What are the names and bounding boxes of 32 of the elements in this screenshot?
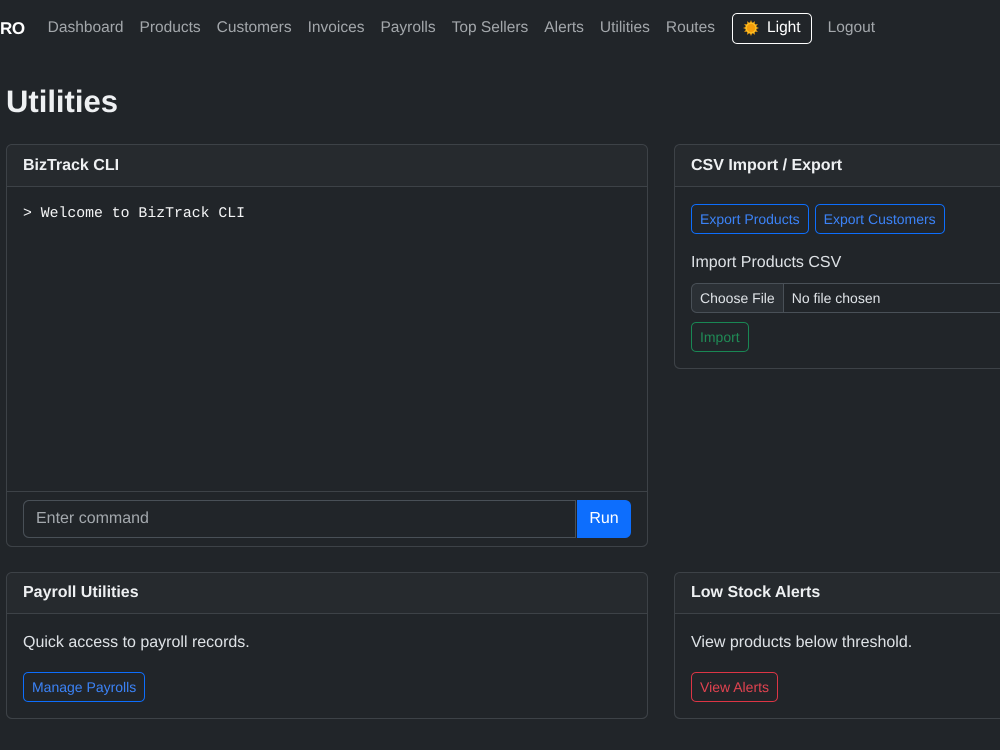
panel-description: View products below threshold.: [691, 633, 914, 653]
nav-link[interactable]: Routes: [658, 16, 723, 40]
nav-link[interactable]: Products: [131, 16, 209, 40]
console-line: > Welcome to BizTrack CLI: [23, 205, 246, 224]
file-status-text: No file chosen: [790, 288, 882, 308]
nav-link[interactable]: Dashboard: [40, 16, 132, 40]
brand-name[interactable]: RO: [0, 20, 25, 36]
run-button[interactable]: Run: [577, 500, 631, 538]
nav-link[interactable]: Customers: [208, 16, 300, 40]
nav-link[interactable]: Alerts: [536, 16, 592, 40]
panel-action-button[interactable]: Manage Payrolls: [23, 672, 146, 702]
nav-link[interactable]: Top Sellers: [444, 16, 536, 40]
panel-title: BizTrack CLI: [23, 156, 120, 176]
export-button[interactable]: Export Products: [691, 204, 809, 234]
panel-title: Payroll Utilities: [23, 583, 139, 603]
choose-file-button[interactable]: Choose File: [692, 284, 784, 312]
panel-action-button[interactable]: View Alerts: [691, 672, 778, 702]
export-button[interactable]: Export Customers: [814, 204, 945, 234]
panel-title: Low Stock Alerts: [691, 583, 820, 603]
import-label: Import Products CSV: [691, 253, 842, 273]
nav-link[interactable]: Utilities: [592, 16, 658, 40]
page-title: Utilities: [6, 83, 119, 121]
panel-description: Quick access to payroll records.: [23, 633, 251, 653]
sun-icon: [743, 20, 759, 36]
nav-link[interactable]: Payrolls: [372, 16, 444, 40]
import-button[interactable]: Import: [691, 322, 749, 352]
command-input[interactable]: Enter command: [23, 500, 576, 538]
nav-link[interactable]: Invoices: [300, 16, 372, 40]
file-input[interactable]: Choose File No file chosen: [691, 283, 1000, 313]
panel-title: CSV Import / Export: [691, 156, 842, 176]
theme-toggle-button[interactable]: Light: [732, 12, 812, 44]
logout-link[interactable]: Logout: [820, 16, 884, 40]
